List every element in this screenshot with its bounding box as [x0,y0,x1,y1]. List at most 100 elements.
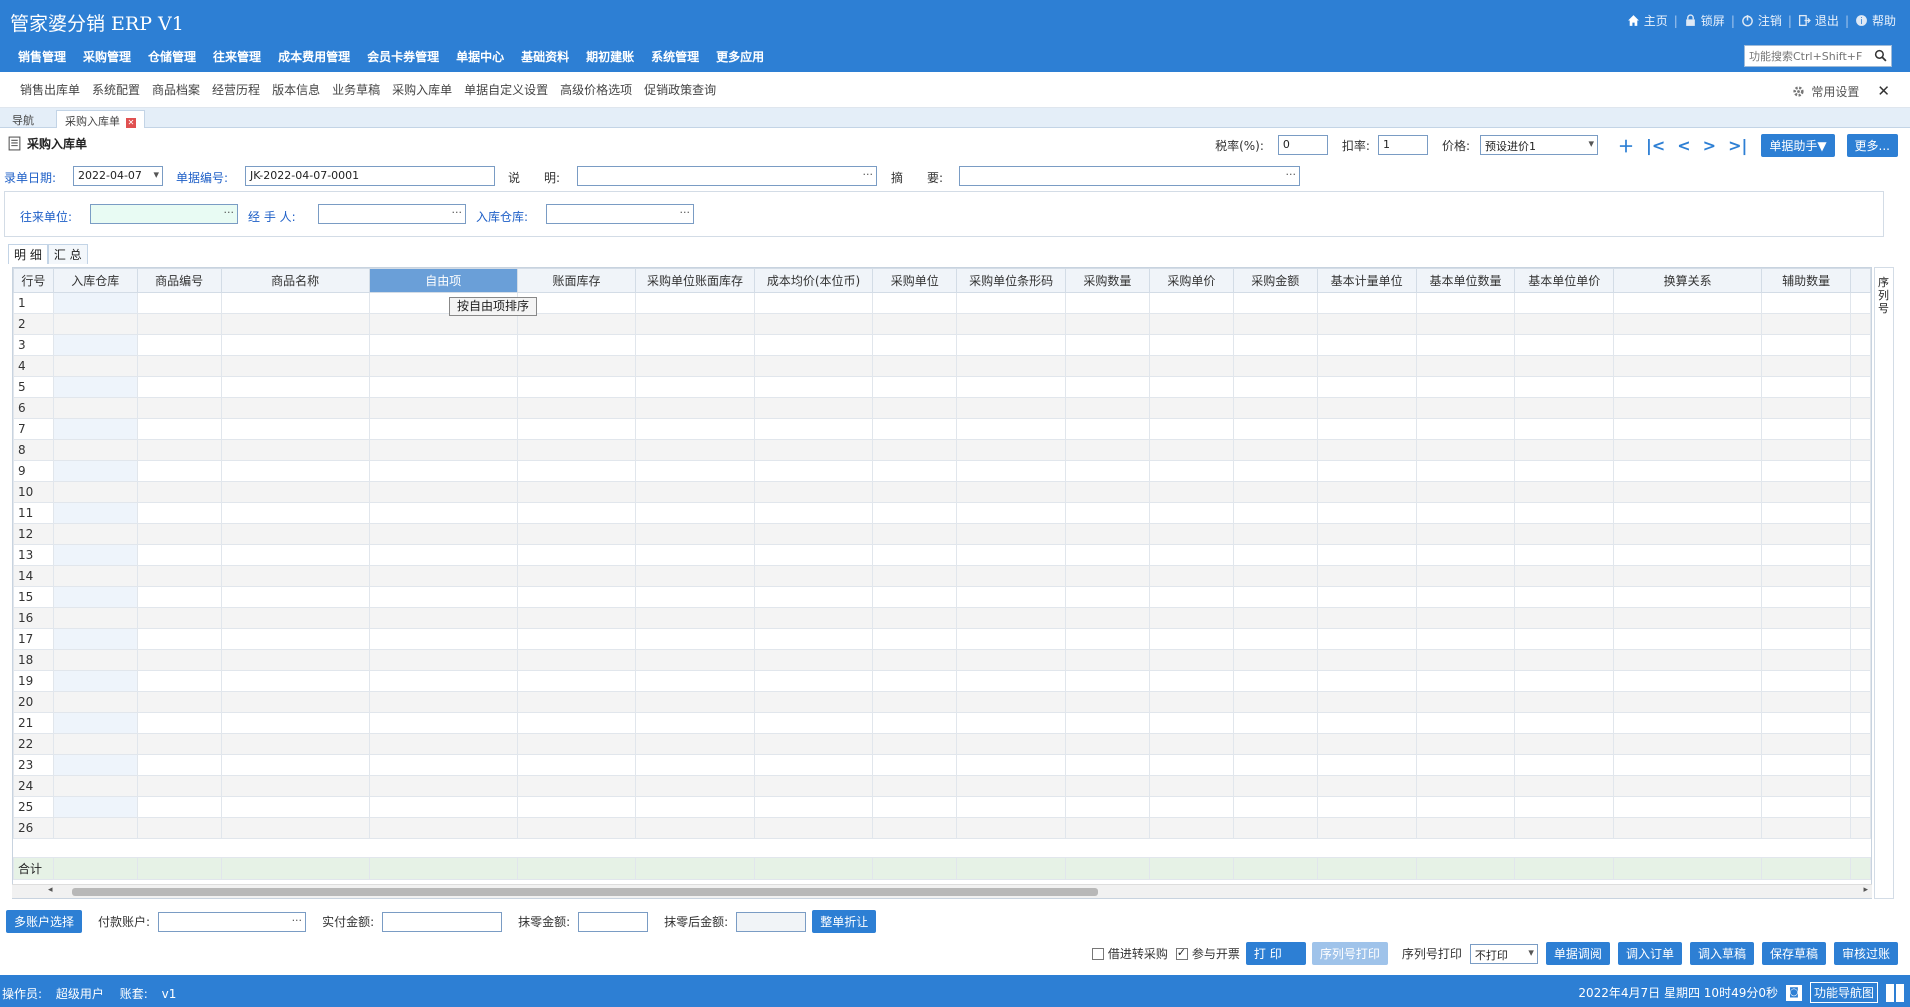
grid-cell[interactable] [753,712,874,734]
grid-cell[interactable] [136,796,222,818]
table-row[interactable]: 12 [13,523,1871,545]
grid-cell[interactable] [1232,607,1318,629]
grid-cell[interactable] [136,376,222,398]
grid-cell[interactable] [872,628,958,650]
quick-link[interactable]: 单据自定义设置 [464,81,548,98]
grid-cell[interactable] [872,481,958,503]
grid-cell[interactable] [635,607,755,629]
grid-cell[interactable] [1850,607,1871,629]
whole-discount-button[interactable]: 整单折让 [812,910,877,933]
grid-cell[interactable] [52,817,138,839]
grid-cell[interactable] [1761,313,1852,335]
grid-cell[interactable] [1232,670,1318,692]
grid-cell[interactable] [52,754,138,776]
column-header[interactable]: 采购单位条形码 [956,268,1066,293]
grid-cell[interactable] [1514,481,1615,503]
quick-link[interactable]: 采购入库单 [392,81,452,98]
grid-cell[interactable] [1415,628,1516,650]
grid-cell[interactable] [1850,334,1871,356]
grid-cell[interactable] [136,355,222,377]
grid-cell[interactable] [1064,334,1150,356]
grid-cell[interactable] [956,754,1066,776]
grid-cell[interactable] [1613,586,1763,608]
grid-cell[interactable] [1232,481,1318,503]
first-icon[interactable]: |< [1646,136,1665,155]
grid-cell[interactable] [1613,376,1763,398]
grid-cell[interactable] [872,691,958,713]
table-row[interactable]: 4 [13,355,1871,377]
grid-cell[interactable] [1316,460,1417,482]
grid-cell[interactable] [872,775,958,797]
grid-cell[interactable] [956,775,1066,797]
grid-cell[interactable] [1761,775,1852,797]
sort-by-free-item-button[interactable]: 按自由项排序 [449,297,537,316]
grid-cell[interactable] [368,418,518,440]
table-row[interactable]: 3 [13,334,1871,356]
grid-cell[interactable] [1850,691,1871,713]
grid-cell[interactable] [872,754,958,776]
grid-cell[interactable] [1850,775,1871,797]
grid-cell[interactable] [1415,775,1516,797]
grid-cell[interactable] [1761,565,1852,587]
menu-item[interactable]: 仓储管理 [148,48,196,65]
grid-cell[interactable] [753,334,874,356]
grid-cell[interactable] [1415,355,1516,377]
grid-cell[interactable] [136,607,222,629]
grid-cell[interactable] [753,817,874,839]
grid-cell[interactable] [1761,691,1852,713]
tab-summary[interactable]: 汇 总 [47,244,88,264]
grid-cell[interactable] [1613,733,1763,755]
grid-cell[interactable] [368,460,518,482]
grid-cell[interactable] [1232,439,1318,461]
grid-cell[interactable] [1761,544,1852,566]
grid-cell[interactable] [956,586,1066,608]
add-icon[interactable]: ＋ [1618,133,1634,157]
grid-cell[interactable] [52,712,138,734]
grid-cell[interactable] [1613,334,1763,356]
menu-item[interactable]: 基础资料 [521,48,569,65]
grid-cell[interactable] [516,502,637,524]
grid-cell[interactable] [753,670,874,692]
grid-cell[interactable] [1761,397,1852,419]
grid-cell[interactable] [220,691,370,713]
table-row[interactable]: 10 [13,481,1871,503]
grid-cell[interactable] [956,292,1066,314]
camera-icon[interactable]: ◙ [1785,984,1802,1001]
grid-cell[interactable] [1148,691,1234,713]
column-header[interactable]: 采购单位账面库存 [635,268,755,293]
grid-cell[interactable] [956,712,1066,734]
grid-cell[interactable] [52,649,138,671]
grid-cell[interactable] [52,481,138,503]
grid-cell[interactable] [1514,796,1615,818]
grid-cell[interactable] [1415,460,1516,482]
price-select[interactable]: 预设进价1 ▾ [1479,135,1598,155]
grid-cell[interactable] [516,523,637,545]
grid-cell[interactable] [1514,292,1615,314]
grid-cell[interactable] [635,586,755,608]
grid-cell[interactable] [136,544,222,566]
grid-cell[interactable] [1514,313,1615,335]
table-row[interactable]: 23 [13,754,1871,776]
grid-cell[interactable] [635,355,755,377]
grid-cell[interactable] [516,712,637,734]
grid-cell[interactable] [220,460,370,482]
close-tab-icon[interactable]: ✕ [126,118,136,128]
grid-cell[interactable] [1316,334,1417,356]
quick-link[interactable]: 促销政策查询 [644,81,716,98]
grid-cell[interactable] [1064,607,1150,629]
table-row[interactable]: 16 [13,607,1871,629]
grid-cell[interactable] [516,439,637,461]
menu-item[interactable]: 期初建账 [586,48,634,65]
grid-cell[interactable] [1850,502,1871,524]
grid-cell[interactable] [1761,733,1852,755]
grid-cell[interactable] [1232,796,1318,818]
ellipsis-icon[interactable]: ··· [452,206,463,219]
grid-cell[interactable] [1761,586,1852,608]
grid-cell[interactable] [635,712,755,734]
grid-cell[interactable] [136,397,222,419]
quick-link[interactable]: 系统配置 [92,81,140,98]
grid-cell[interactable] [872,733,958,755]
grid-cell[interactable] [368,586,518,608]
ellipsis-icon[interactable]: ··· [1286,168,1297,181]
grid-cell[interactable] [1064,460,1150,482]
